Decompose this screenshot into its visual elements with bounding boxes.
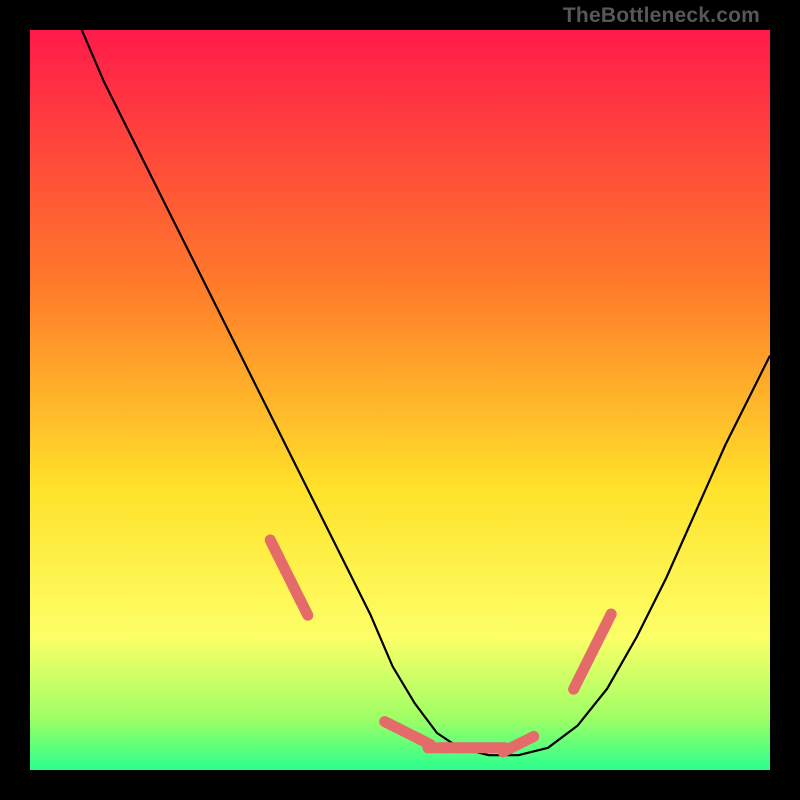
gradient-background: [30, 30, 770, 770]
chart-frame: [30, 30, 770, 770]
curve-marker: [300, 599, 308, 615]
watermark-text: TheBottleneck.com: [563, 4, 760, 28]
chart-plotarea: [30, 30, 770, 770]
curve-marker: [603, 614, 611, 630]
curve-marker: [518, 736, 534, 744]
